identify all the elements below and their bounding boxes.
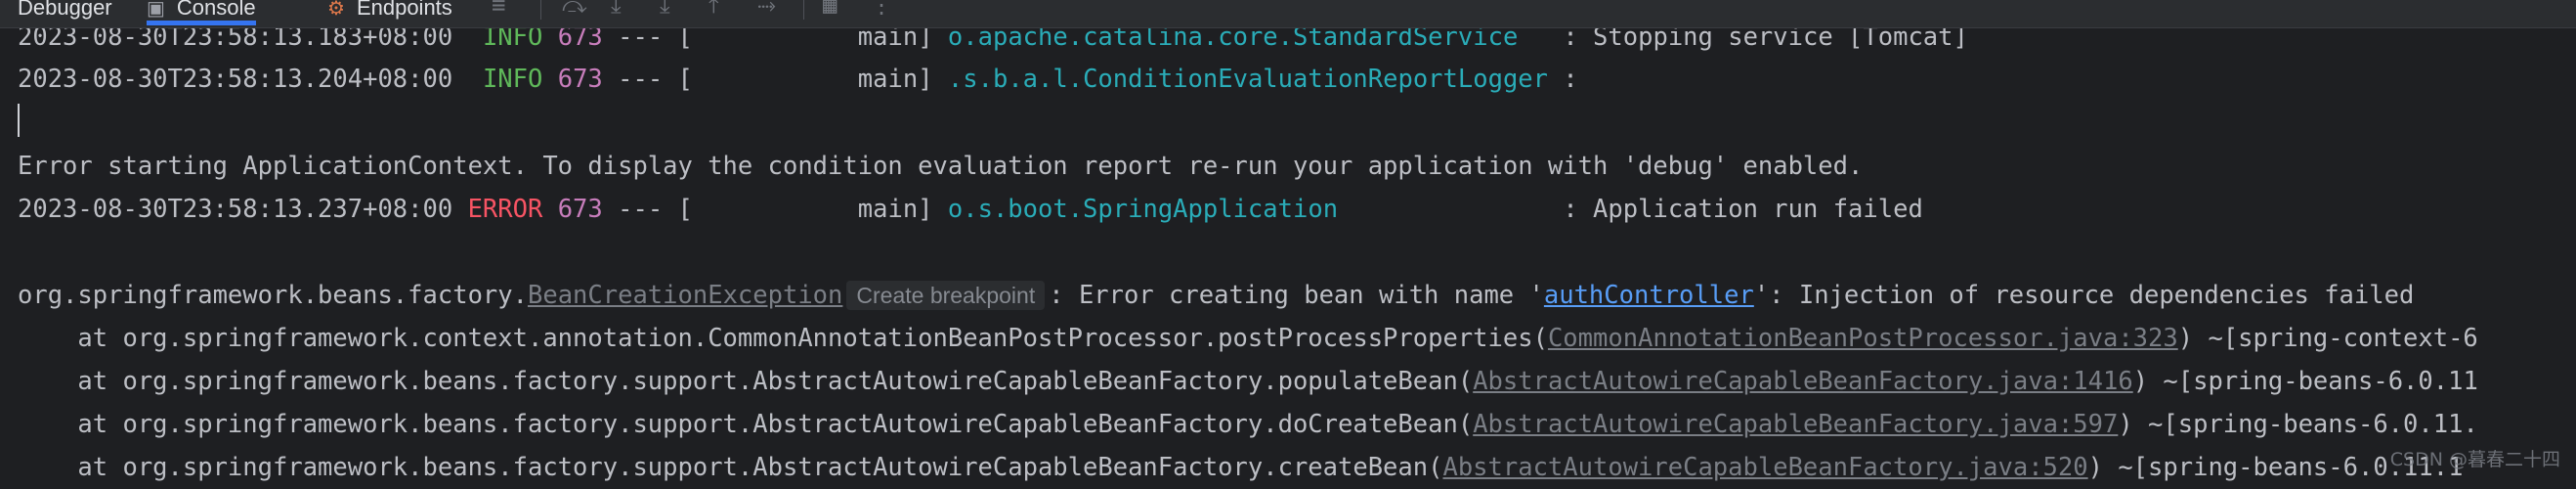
stack-frame-source-link[interactable]: AbstractAutowireCapableBeanFactory.java:… [1473,367,2133,396]
stack-frame-jar: ) ~[spring-beans-6.0.11. [2118,410,2478,439]
log-timestamp: 2023-08-30T23:58:13.204+08:00 [18,65,453,94]
log-logger[interactable]: o.s.boot.SpringApplication [948,195,1338,224]
stack-frame-source-link[interactable]: AbstractAutowireCapableBeanFactory.java:… [1442,453,2087,482]
log-line: 2023-08-30T23:58:13.237+08:00 ERROR 673 … [18,188,1923,231]
stack-frame: at org.springframework.context.annotatio… [18,317,2478,360]
log-thread: main] [692,65,948,94]
tab-console[interactable]: ▣ Console [147,0,256,27]
log-level: ERROR [467,195,543,224]
stack-frame-source-link[interactable]: CommonAnnotationBeanPostProcessor.java:3… [1548,324,2178,353]
stack-frame: at org.springframework.beans.factory.sup… [18,403,2478,446]
exception-message-b: ': Injection of resource dependencies fa… [1753,281,2415,310]
step-over-icon[interactable]: ⤼ [562,0,587,20]
log-logger[interactable]: .s.b.a.l.ConditionEvaluationReportLogger [948,65,1548,94]
exception-message-a: : Error creating bean with name ' [1049,281,1544,310]
step-out-icon[interactable]: ⤒ [708,0,719,20]
toolbar-divider [803,0,804,20]
more-icon[interactable]: ⋮ [870,0,893,20]
stack-frame-jar: ) ~[spring-context-6 [2177,324,2478,353]
watermark: CSDN @暮春二十四 [2389,449,2560,470]
exception-line: org.springframework.beans.factory.BeanCr… [18,274,2414,317]
bean-link[interactable]: authController [1544,281,1754,310]
tab-label: Console [176,0,256,20]
console-output[interactable]: 2023-08-30T23:58:13.183+08:00 INFO 673 -… [0,0,2576,482]
exception-class-link[interactable]: BeanCreationException [528,281,842,310]
log-line: Error starting ApplicationContext. To di… [18,152,1864,181]
tab-label: Debugger [18,0,112,20]
evaluate-icon[interactable]: ▦ [823,0,837,20]
text-cursor [18,104,20,137]
log-level: INFO [482,65,543,94]
toolbar-divider [540,0,541,20]
log-separator: --- [ [602,195,693,224]
endpoints-icon: ⚙ [327,0,345,20]
menu-icon[interactable]: ≡ [492,0,505,20]
exception-package: org.springframework.beans.factory. [18,281,528,310]
console-icon: ▣ [147,0,165,20]
stack-frame-source-link[interactable]: AbstractAutowireCapableBeanFactory.java:… [1473,410,2118,439]
stack-frame-method: at org.springframework.context.annotatio… [18,324,1548,353]
force-step-into-icon[interactable]: ⤓ [660,0,670,20]
tab-debugger[interactable]: Debugger [18,0,112,27]
log-message: : [1548,65,1578,94]
stack-frame-method: at org.springframework.beans.factory.sup… [18,367,1474,396]
step-into-icon[interactable]: ⤓ [611,0,622,20]
log-pid: 673 [557,195,603,224]
log-pid: 673 [557,65,603,94]
log-message: : Application run failed [1338,195,1923,224]
tab-label: Endpoints [356,0,452,20]
log-line: 2023-08-30T23:58:13.204+08:00 INFO 673 -… [18,58,1578,101]
stack-frame-method: at org.springframework.beans.factory.sup… [18,453,1443,482]
stack-frame-method: at org.springframework.beans.factory.sup… [18,410,1474,439]
run-to-cursor-icon[interactable]: ⤑ [757,0,776,20]
create-breakpoint-hint[interactable]: Create breakpoint [846,281,1046,310]
log-separator: --- [ [602,65,693,94]
log-thread: main] [692,195,948,224]
log-timestamp: 2023-08-30T23:58:13.237+08:00 [18,195,453,224]
stack-frame-jar: ) ~[spring-beans-6.0.11 [2132,367,2478,396]
tab-endpoints[interactable]: ⚙ Endpoints [327,0,452,27]
stack-frame: at org.springframework.beans.factory.sup… [18,360,2478,403]
stack-frame: at org.springframework.beans.factory.sup… [18,446,2463,489]
tool-window-header: Debugger ▣ Console ⚙ Endpoints ≡ ⤼ ⤓ ⤓ ⤒… [0,0,2576,28]
